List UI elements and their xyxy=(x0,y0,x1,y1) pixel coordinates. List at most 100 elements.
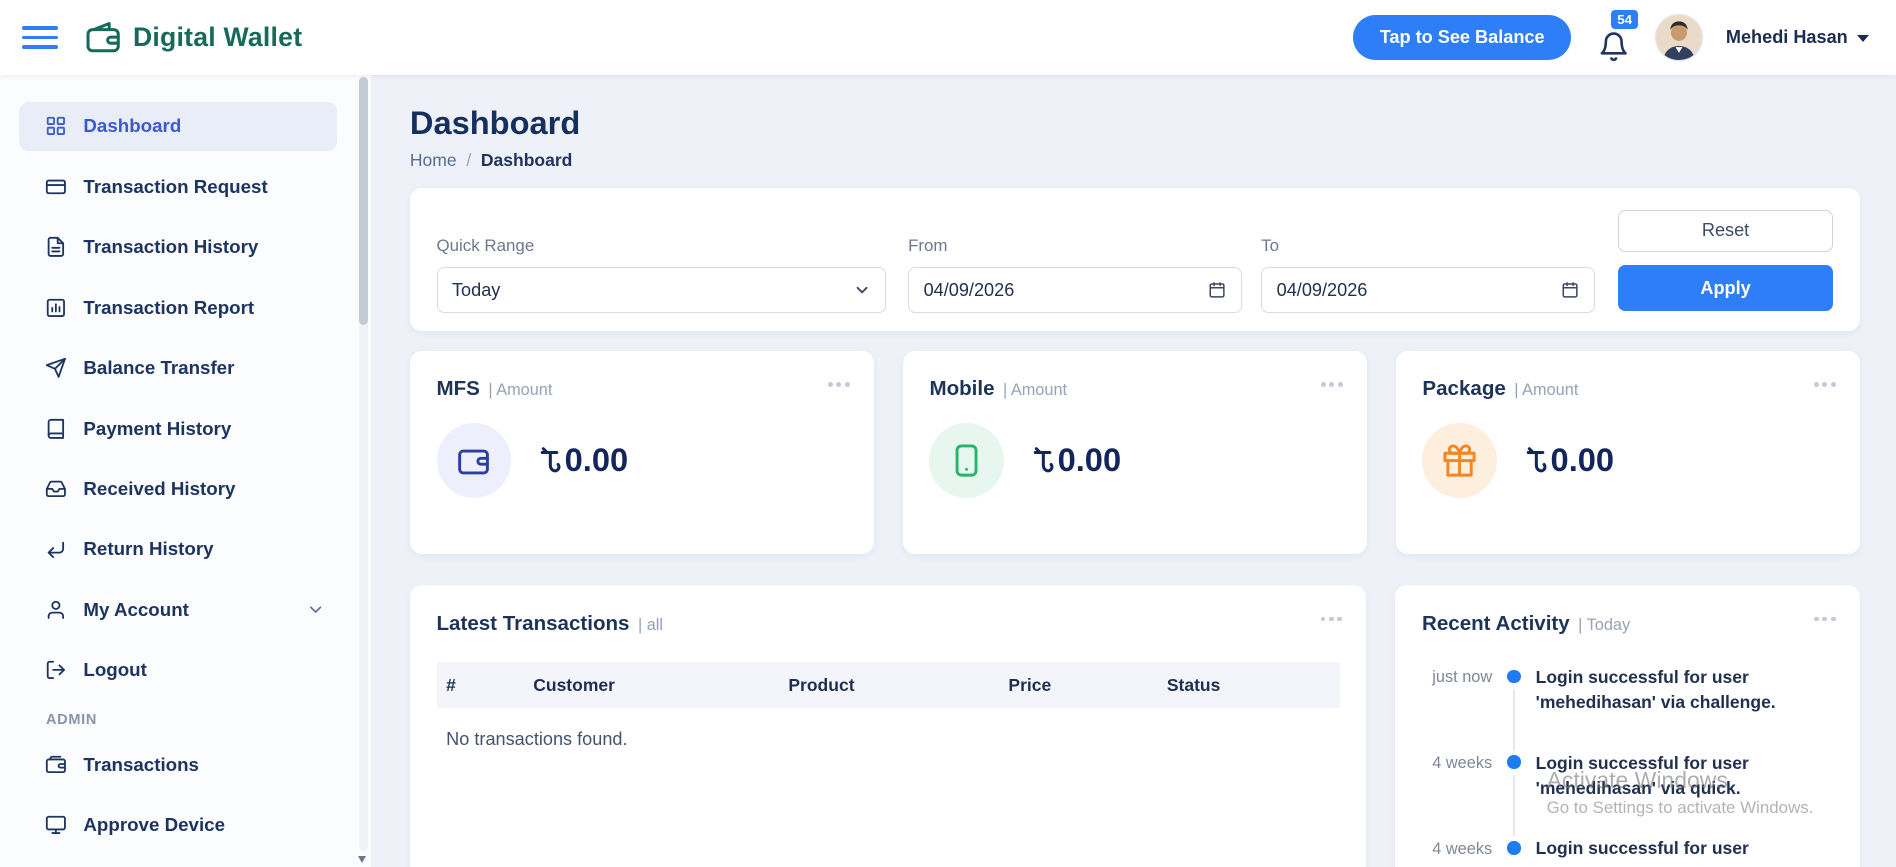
latest-transactions-panel: Latest Transactions | all # Customer Pro… xyxy=(410,585,1367,867)
sidebar: Dashboard Transaction Request Transactio… xyxy=(0,75,371,867)
wallet-icon xyxy=(45,754,67,776)
scroll-down-arrow-icon[interactable] xyxy=(358,856,366,863)
breadcrumb: Home / Dashboard xyxy=(410,150,1860,171)
sidebar-item-transaction-request[interactable]: Transaction Request xyxy=(19,162,337,212)
monitor-icon xyxy=(45,814,67,836)
sidebar-item-received-history[interactable]: Received History xyxy=(19,464,337,514)
brand-logo[interactable]: Digital Wallet xyxy=(85,19,303,55)
sidebar-section-admin: ADMIN xyxy=(46,712,371,728)
timeline-dot-icon xyxy=(1507,841,1520,854)
stat-subtitle: | Amount xyxy=(488,381,552,400)
stat-amount: 0.00 xyxy=(540,441,628,479)
to-date-value: 04/09/2026 xyxy=(1277,280,1368,301)
logout-icon xyxy=(45,659,67,681)
column-header: Customer xyxy=(524,675,779,696)
chevron-down-icon xyxy=(853,281,871,299)
panel-subtitle: | Today xyxy=(1578,616,1630,635)
activity-time: 4 weeks xyxy=(1422,751,1492,837)
table-header: # Customer Product Price Status xyxy=(437,662,1340,708)
sidebar-item-transaction-history[interactable]: Transaction History xyxy=(19,222,337,272)
stat-title: Package xyxy=(1422,377,1505,401)
sidebar-item-approve-device[interactable]: Approve Device xyxy=(19,801,337,851)
stats-row: MFS | Amount 0.00 xyxy=(410,351,1860,554)
stat-amount: 0.00 xyxy=(1033,441,1121,479)
app-root: Digital Wallet Tap to See Balance 54 xyxy=(0,0,1896,867)
recent-activity-panel: Recent Activity | Today just now Login s… xyxy=(1395,585,1859,867)
more-options-icon[interactable] xyxy=(1814,617,1836,622)
wallet-icon xyxy=(437,423,512,498)
from-date-field: From 04/09/2026 xyxy=(908,236,1242,313)
sidebar-item-my-account[interactable]: My Account xyxy=(19,585,337,635)
filter-actions: Reset Apply xyxy=(1618,210,1833,312)
app-header: Digital Wallet Tap to See Balance 54 xyxy=(0,0,1896,75)
sidebar-item-transactions[interactable]: Transactions xyxy=(19,740,337,790)
sidebar-scrollbar-track xyxy=(359,77,367,851)
stat-amount-value: 0.00 xyxy=(1058,441,1122,479)
card-icon xyxy=(45,176,67,198)
column-header: Status xyxy=(1157,675,1340,696)
sidebar-item-dashboard[interactable]: Dashboard xyxy=(19,102,337,152)
column-header: Product xyxy=(779,675,999,696)
empty-table-message: No transactions found. xyxy=(437,729,1340,750)
to-date-field: To 04/09/2026 xyxy=(1261,236,1595,313)
from-date-value: 04/09/2026 xyxy=(924,280,1015,301)
column-header: # xyxy=(437,675,524,696)
from-label: From xyxy=(908,236,1242,256)
user-menu[interactable]: Mehedi Hasan xyxy=(1726,27,1870,48)
sidebar-item-payment-history[interactable]: Payment History xyxy=(19,404,337,454)
stat-amount-value: 0.00 xyxy=(1551,441,1615,479)
activity-text: Login successful for user 'mehedihasan' … xyxy=(1536,665,1834,751)
stat-amount: 0.00 xyxy=(1526,441,1614,479)
more-options-icon[interactable] xyxy=(1321,617,1343,622)
inbox-icon xyxy=(45,478,67,500)
page-title: Dashboard xyxy=(410,104,1860,142)
notification-badge: 54 xyxy=(1609,8,1640,30)
sidebar-item-transaction-report[interactable]: Transaction Report xyxy=(19,283,337,333)
wallet-logo-icon xyxy=(85,19,121,55)
panel-subtitle: | all xyxy=(638,616,663,635)
notifications-button[interactable]: 54 xyxy=(1595,12,1631,63)
apply-button[interactable]: Apply xyxy=(1618,265,1833,311)
activity-time: 4 weeks xyxy=(1422,836,1492,861)
user-avatar[interactable] xyxy=(1656,15,1702,61)
calendar-icon xyxy=(1561,281,1579,299)
breadcrumb-separator: / xyxy=(466,150,471,171)
main-content: Dashboard Home / Dashboard Quick Range T… xyxy=(371,75,1896,867)
hamburger-menu-icon[interactable] xyxy=(22,26,58,49)
sidebar-item-balance-transfer[interactable]: Balance Transfer xyxy=(19,343,337,393)
column-header: Price xyxy=(999,675,1157,696)
timeline-connector xyxy=(1513,689,1515,751)
reset-button[interactable]: Reset xyxy=(1618,210,1833,252)
sidebar-scrollbar-thumb[interactable] xyxy=(359,77,367,325)
chevron-down-icon xyxy=(1857,35,1869,42)
book-icon xyxy=(45,418,67,440)
quick-range-select[interactable]: Today xyxy=(437,267,887,313)
stat-title: MFS xyxy=(437,377,480,401)
filter-card: Quick Range Today From 04/09/2026 xyxy=(410,188,1860,331)
sidebar-item-return-history[interactable]: Return History xyxy=(19,525,337,575)
gift-icon xyxy=(1422,423,1497,498)
calendar-icon xyxy=(1208,281,1226,299)
file-text-icon xyxy=(45,236,67,258)
to-label: To xyxy=(1261,236,1595,256)
more-options-icon[interactable] xyxy=(828,382,850,387)
user-icon xyxy=(45,599,67,621)
activity-timeline: just now Login successful for user 'mehe… xyxy=(1422,665,1833,862)
breadcrumb-home-link[interactable]: Home xyxy=(410,150,457,171)
bottom-row: Latest Transactions | all # Customer Pro… xyxy=(410,585,1860,867)
more-options-icon[interactable] xyxy=(1321,382,1343,387)
from-date-input[interactable]: 04/09/2026 xyxy=(908,267,1242,313)
sidebar-item-logout[interactable]: Logout xyxy=(19,646,337,696)
taka-currency-icon xyxy=(1033,444,1055,477)
chart-report-icon xyxy=(45,297,67,319)
taka-currency-icon xyxy=(540,444,562,477)
to-date-input[interactable]: 04/09/2026 xyxy=(1261,267,1595,313)
timeline-connector xyxy=(1513,775,1515,837)
more-options-icon[interactable] xyxy=(1814,382,1836,387)
breadcrumb-current: Dashboard xyxy=(481,150,573,171)
stat-title: Mobile xyxy=(929,377,994,401)
activity-item: just now Login successful for user 'mehe… xyxy=(1422,665,1833,751)
quick-range-label: Quick Range xyxy=(437,236,887,256)
bell-icon xyxy=(1598,31,1629,62)
see-balance-button[interactable]: Tap to See Balance xyxy=(1353,15,1571,61)
